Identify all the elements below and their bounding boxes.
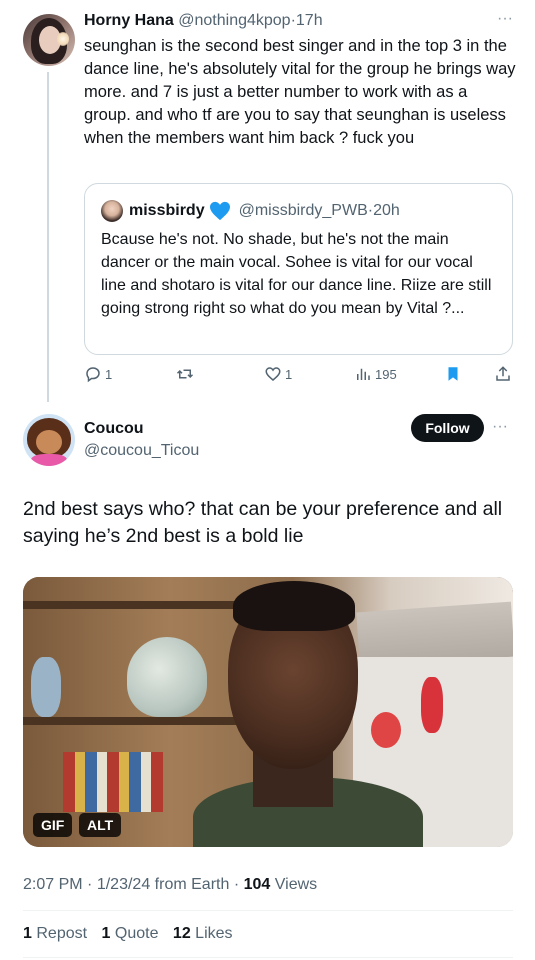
reposts-link[interactable]: 1 Repost <box>23 925 87 942</box>
quoted-display-name: missbirdy <box>129 202 205 219</box>
tweet-timestamp-date[interactable]: 1/23/24 <box>97 876 150 893</box>
gif-shelf-middle <box>23 717 253 725</box>
parent-tweet-actions: 1 1 195 <box>84 365 516 389</box>
gif-magnet <box>421 677 443 733</box>
gif-books <box>63 752 163 812</box>
quoted-tweet-header: missbirdy @missbirdy_PWB · 20h <box>101 200 400 222</box>
gif-shelf-top <box>23 601 253 609</box>
quotes-link[interactable]: 1 Quote <box>102 925 159 942</box>
tweet-time[interactable]: 17h <box>296 12 323 29</box>
reply-author-display-name[interactable]: Coucou <box>84 420 144 438</box>
divider <box>23 910 513 911</box>
views-count: 104 <box>243 876 271 893</box>
tweet-meta: 2:07 PM · 1/23/24 from Earth · 104 Views <box>23 876 317 894</box>
gif-bird-figurine <box>31 657 61 717</box>
tweet-timestamp-time[interactable]: 2:07 PM <box>23 876 83 893</box>
likes-label: Likes <box>195 925 233 942</box>
reply-author-handle[interactable]: @coucou_Ticou <box>84 442 199 460</box>
likes-count: 12 <box>172 925 191 942</box>
retweet-button[interactable] <box>176 365 197 383</box>
more-dots-icon[interactable]: ··· <box>497 10 513 28</box>
views-count: 195 <box>375 366 397 382</box>
parent-tweet-text: seunghan is the second best singer and i… <box>84 37 516 147</box>
like-button[interactable]: 1 <box>264 365 292 383</box>
reply-icon <box>86 367 100 383</box>
analytics-bars-icon <box>357 368 370 380</box>
meta-separator: · <box>233 876 240 893</box>
quoted-avatar <box>101 200 123 222</box>
quotes-label: Quote <box>114 925 159 942</box>
follow-button[interactable]: Follow <box>411 414 484 442</box>
thread-connector-line <box>47 72 49 402</box>
reposts-count: 1 <box>23 925 32 942</box>
divider <box>23 957 513 958</box>
share-button[interactable] <box>494 365 512 383</box>
views-label: Views <box>274 876 318 893</box>
more-dots-icon[interactable]: ··· <box>492 418 508 436</box>
reply-button[interactable]: 1 <box>84 365 112 383</box>
like-count: 1 <box>285 366 293 382</box>
parent-tweet-header: Horny Hana @nothing4kpop·17h <box>84 12 323 30</box>
likes-link[interactable]: 12 Likes <box>173 925 233 942</box>
gif-magnet <box>371 712 401 748</box>
meta-separator: · <box>87 876 93 893</box>
tweet-source: from Earth <box>154 876 230 893</box>
views-button[interactable]: 195 <box>354 365 397 383</box>
author-display-name[interactable]: Horny Hana <box>84 12 174 29</box>
quoted-tweet-card[interactable]: missbirdy @missbirdy_PWB · 20h Bcause he's… <box>84 183 513 355</box>
gif-vase <box>127 637 207 717</box>
author-handle[interactable]: @nothing4kpop <box>178 12 290 29</box>
avatar-light <box>57 32 69 46</box>
heart-icon <box>265 367 281 381</box>
retweet-icon <box>176 369 194 379</box>
reposts-label: Repost <box>36 925 88 942</box>
quoted-handle: @missbirdy_PWB <box>238 202 368 219</box>
blue-heart-icon <box>209 201 230 221</box>
gif-media[interactable]: GIF ALT <box>23 577 513 847</box>
reply-tweet-text: 2nd best says who? that can be your pref… <box>23 498 503 547</box>
share-upload-icon <box>496 366 510 381</box>
alt-text-badge[interactable]: ALT <box>79 813 122 837</box>
gif-person-hair <box>233 581 355 631</box>
gif-badge[interactable]: GIF <box>33 813 73 837</box>
engagement-stats: 1 Repost 1 Quote 12 Likes <box>23 925 233 943</box>
avatar-face <box>36 430 62 454</box>
avatar-coucou[interactable] <box>23 414 75 466</box>
quotes-count: 1 <box>101 925 111 942</box>
bookmark-button[interactable] <box>444 365 462 383</box>
quoted-tweet-text: Bcause he's not. No shade, but he's not … <box>101 231 492 317</box>
avatar-shirt <box>31 454 67 466</box>
bookmark-filled-icon <box>448 367 458 381</box>
quoted-time: 20h <box>373 202 400 219</box>
avatar-horny-hana[interactable] <box>23 14 75 66</box>
reply-count: 1 <box>105 366 113 382</box>
